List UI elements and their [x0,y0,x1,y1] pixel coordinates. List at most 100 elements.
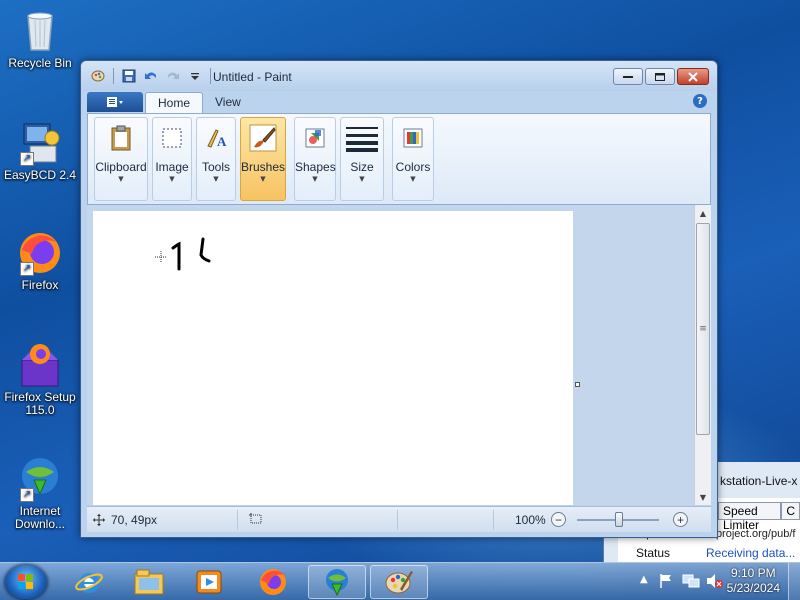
ribbon-label: Colors [395,160,431,174]
show-desktop-button[interactable] [788,563,800,600]
clock[interactable]: 9:10 PM 5/23/2024 [727,566,780,596]
desktop-icon-label: Firefox [21,278,59,292]
desktop-icon-internet-download-manager[interactable]: ↗ Internet Downlo... [0,454,80,531]
taskbar-paint[interactable] [370,565,428,599]
internet-download-manager-icon: ↗ [16,454,64,502]
maximize-icon [655,72,665,81]
zoom-percentage: 100% [515,513,546,527]
paint-menu-button[interactable] [87,92,143,112]
ribbon-group-image[interactable]: Image ▼ [152,117,192,201]
help-icon[interactable]: ? [693,94,707,108]
shortcut-arrow-icon: ↗ [20,262,34,276]
save-icon[interactable] [120,68,138,84]
tab-home[interactable]: Home [145,92,204,113]
zoom-out-button[interactable]: − [551,512,566,527]
ribbon-group-brushes[interactable]: Brushes ▼ [240,117,286,201]
show-hidden-icons[interactable]: ▲ [640,574,648,585]
close-icon [688,71,698,82]
scroll-thumb[interactable]: ≡ [696,223,710,435]
action-center-icon[interactable] [658,573,674,592]
tab-speed-limiter[interactable]: Speed Limiter [718,502,782,532]
paint-window[interactable]: Untitled - Paint Home View ? Clipboard ▼… [80,60,718,538]
ribbon-group-shapes[interactable]: Shapes ▼ [294,117,336,201]
file-explorer-icon [134,569,164,595]
recycle-bin-icon [16,6,64,54]
customize-qat-icon[interactable] [186,68,204,84]
download-status-value: Receiving data... [706,546,796,560]
chevron-down-icon: ▼ [213,175,219,183]
firefox-setup-icon [16,340,64,388]
ribbon-label: Size [350,160,374,174]
windows-logo-icon [18,574,33,589]
maximize-button[interactable] [645,68,675,85]
status-divider [493,510,494,530]
desktop-icon-firefox[interactable]: ↗ Firefox [0,228,80,292]
crosshair-cursor-icon [155,251,167,263]
ribbon-group-tools[interactable]: A Tools ▼ [196,117,236,201]
firefox-icon: ↗ [16,228,64,276]
zoom-in-button[interactable]: + [673,512,688,527]
clock-date: 5/23/2024 [726,581,780,595]
ribbon-group-clipboard[interactable]: Clipboard ▼ [94,117,148,201]
paint-titlebar[interactable]: Untitled - Paint [81,61,717,91]
window-controls [613,68,709,85]
taskbar-file-explorer[interactable] [120,565,178,599]
chevron-down-icon: ▼ [169,175,175,183]
taskbar-firefox[interactable] [244,565,302,599]
canvas-resize-handle[interactable] [575,382,580,387]
tab-view[interactable]: View [203,92,253,113]
minimize-button[interactable] [613,68,643,85]
undo-icon[interactable] [142,68,160,84]
ribbon-group-colors[interactable]: Colors ▼ [392,117,434,201]
taskbar-internet-explorer[interactable] [60,565,118,599]
redo-icon[interactable] [164,68,182,84]
media-player-icon [196,570,222,594]
qat-separator [210,68,211,84]
shortcut-arrow-icon: ↗ [20,152,34,166]
paint-icon [385,571,413,594]
ribbon-label: Tools [201,160,230,174]
move-cursor-icon [93,514,105,526]
ribbon: Clipboard ▼ Image ▼ A Tools ▼ Brushes ▼ [87,113,711,205]
minimize-icon [623,75,633,78]
ribbon-label: Image [155,160,189,174]
paint-app-icon[interactable] [89,68,107,84]
internet-explorer-icon [75,573,103,593]
volume-muted-icon[interactable] [706,573,724,592]
ribbon-label: Brushes [241,160,286,174]
menu-icon [107,97,123,107]
svg-text:A: A [217,134,227,149]
network-icon[interactable] [682,573,700,592]
chevron-down-icon: ▼ [118,175,124,183]
ribbon-label: Clipboard [95,160,147,174]
close-button[interactable] [677,68,709,85]
tab-partial[interactable]: C [781,502,800,520]
selection-size-icon [249,513,262,524]
scroll-up-icon[interactable]: ▲ [695,205,711,221]
taskbar-media-player[interactable] [180,565,238,599]
shapes-icon [299,122,331,154]
vertical-scrollbar[interactable]: ▲ ≡ ▼ [694,205,711,505]
start-button[interactable] [5,565,47,599]
canvas-area: ▲ ≡ ▼ [87,205,711,505]
desktop-icon-easybcd[interactable]: ↗ EasyBCD 2.4 [0,118,80,182]
zoom-slider-thumb[interactable] [615,512,623,527]
brush-icon [247,122,279,154]
taskbar-internet-download-manager[interactable] [308,565,366,599]
desktop-icon-recycle-bin[interactable]: Recycle Bin [0,6,80,70]
clock-time: 9:10 PM [730,566,776,580]
ribbon-group-size[interactable]: Size ▼ [340,117,384,201]
scroll-down-icon[interactable]: ▼ [695,489,711,505]
internet-download-manager-icon [326,569,348,597]
shortcut-arrow-icon: ↗ [20,488,34,502]
download-window-title: kstation-Live-x [720,474,798,488]
quick-access-toolbar [89,68,213,84]
cursor-position: 70, 49px [93,513,157,527]
firefox-icon [260,569,286,595]
qat-separator [113,68,114,84]
desktop-icon-firefox-setup[interactable]: Firefox Setup 115.0 [0,340,80,417]
status-divider [237,510,238,530]
status-bar: 70, 49px 100% − + [87,506,711,532]
clipboard-icon [105,122,137,154]
drawing-canvas[interactable] [93,211,573,505]
